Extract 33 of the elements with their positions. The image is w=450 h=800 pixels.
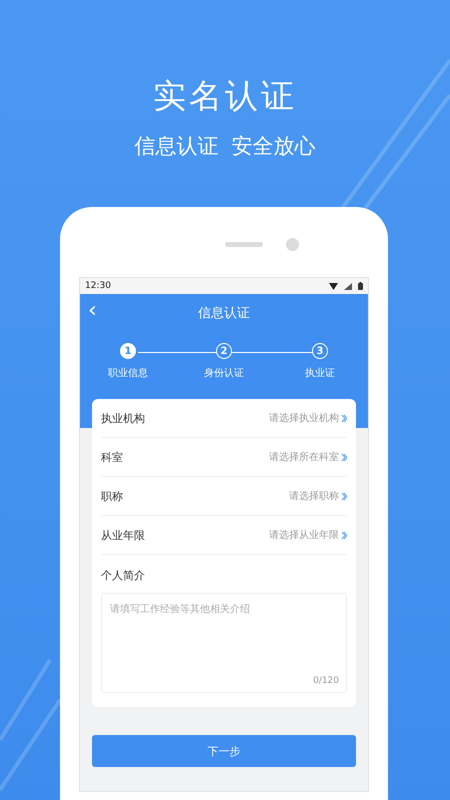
select-row[interactable]: 执业机构 请选择执业机构 (101, 399, 347, 438)
signal-icon (344, 282, 352, 290)
step-number: 2 (216, 343, 232, 359)
char-counter: 0/120 (313, 676, 339, 686)
page-title: 信息认证 (198, 304, 250, 322)
chevron-icon (341, 530, 347, 540)
status-time: 12:30 (85, 281, 112, 291)
step-number: 1 (120, 343, 136, 359)
select-row[interactable]: 职称 请选择职称 (101, 477, 347, 516)
wifi-icon (329, 282, 338, 290)
field-placeholder: 请选择从业年限 (269, 528, 339, 542)
camera-dot (286, 238, 299, 251)
chevron-icon (341, 414, 347, 422)
step-label: 身份认证 (204, 367, 244, 380)
chevron-icon (341, 492, 347, 500)
field-label: 科室 (101, 450, 124, 464)
select-row[interactable]: 从业年限 请选择从业年限 (101, 516, 347, 555)
field-placeholder: 请选择职称 (289, 490, 339, 503)
headline: 实名认证 (153, 75, 297, 117)
speaker-slot (225, 242, 263, 247)
select-row[interactable]: 科室 请选择所在科室 (101, 438, 347, 477)
step-label: 执业证 (305, 366, 335, 380)
chevron-icon (341, 452, 347, 462)
field-label: 个人简介 (101, 568, 146, 584)
field-placeholder: 请选择所在科室 (269, 450, 339, 464)
step-number: 3 (312, 343, 328, 359)
step-label: 职业信息 (108, 366, 148, 380)
battery-icon (358, 282, 363, 290)
field-label: 执业机构 (101, 410, 146, 426)
field-label: 职称 (101, 488, 124, 504)
field-label: 从业年限 (101, 528, 146, 542)
tagline: 信息认证 安全放心 (134, 133, 316, 160)
field-placeholder: 请选择执业机构 (269, 412, 339, 425)
